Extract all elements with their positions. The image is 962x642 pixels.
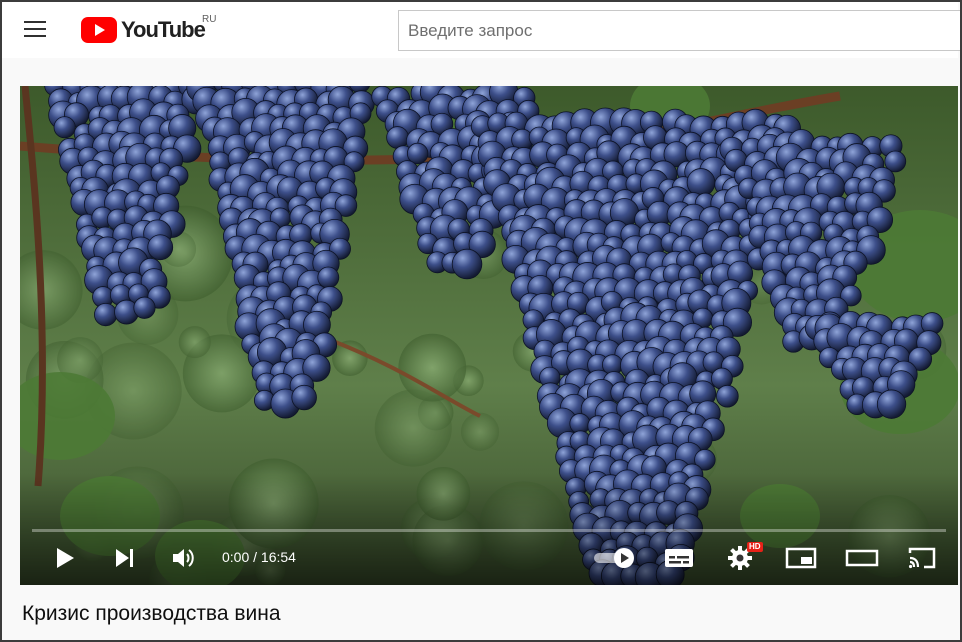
country-code: RU bbox=[202, 14, 217, 25]
menu-icon-line bbox=[24, 35, 46, 37]
theater-mode-icon[interactable] bbox=[845, 546, 879, 570]
search-input[interactable] bbox=[398, 10, 960, 51]
cast-icon[interactable] bbox=[906, 546, 938, 570]
menu-icon-line bbox=[24, 21, 46, 23]
time-display: 0:00 / 16:54 bbox=[222, 549, 296, 565]
youtube-play-logo-icon bbox=[81, 17, 117, 43]
video-title: Кризис производства вина bbox=[22, 602, 281, 625]
masthead: YouTube RU bbox=[2, 2, 960, 58]
video-player[interactable]: 0:00 / 16:54 HD bbox=[20, 86, 958, 585]
autoplay-toggle[interactable] bbox=[593, 546, 639, 570]
next-icon[interactable] bbox=[113, 546, 137, 570]
hd-badge: HD bbox=[747, 542, 763, 552]
menu-button[interactable] bbox=[22, 18, 52, 40]
settings-button[interactable]: HD bbox=[724, 542, 764, 572]
volume-icon[interactable] bbox=[171, 546, 197, 570]
play-icon[interactable] bbox=[53, 546, 77, 570]
progress-bar[interactable] bbox=[32, 529, 946, 532]
youtube-logo[interactable]: YouTube RU bbox=[81, 14, 221, 45]
miniplayer-icon[interactable] bbox=[785, 546, 817, 570]
logo-text: YouTube bbox=[121, 17, 206, 42]
subtitles-icon[interactable] bbox=[664, 546, 694, 570]
menu-icon-line bbox=[24, 28, 46, 30]
